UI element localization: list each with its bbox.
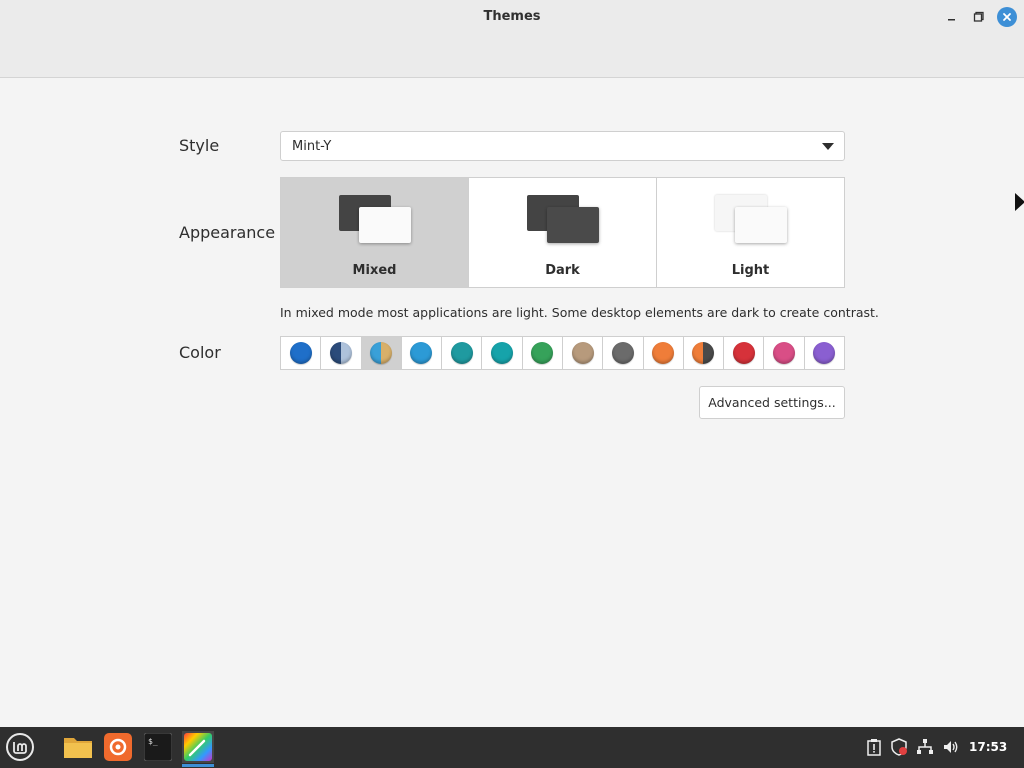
clipboard-alert-icon	[867, 739, 881, 756]
color-swatch-teal[interactable]	[442, 337, 483, 369]
color-dot	[773, 342, 796, 364]
taskbar-software-manager[interactable]	[102, 731, 134, 763]
folder-icon	[64, 738, 92, 758]
maximize-button[interactable]	[968, 6, 990, 28]
color-dot	[652, 342, 675, 364]
maximize-icon	[973, 11, 984, 22]
appearance-option-dark[interactable]: Dark	[469, 178, 657, 287]
svg-text:$_: $_	[148, 737, 158, 746]
tray-update-manager[interactable]	[890, 737, 908, 757]
color-dot	[813, 342, 836, 364]
advanced-settings-button[interactable]: Advanced settings...	[699, 386, 845, 419]
color-swatch-sky[interactable]	[402, 337, 443, 369]
close-button-circle	[997, 7, 1017, 27]
color-swatch-grey[interactable]	[603, 337, 644, 369]
taskbar-themes[interactable]	[182, 731, 214, 767]
start-menu-button[interactable]	[4, 731, 36, 763]
minimize-icon	[948, 19, 955, 21]
light-preview-icon	[713, 195, 789, 245]
color-swatch-mixed-selected[interactable]	[361, 337, 402, 369]
color-dot	[289, 342, 312, 364]
color-swatch-blue[interactable]	[281, 337, 322, 369]
taskbar-files[interactable]	[62, 731, 94, 763]
appearance-option-mixed[interactable]: Mixed	[281, 178, 469, 287]
mouse-cursor-icon	[1015, 193, 1024, 211]
style-label: Style	[179, 136, 220, 155]
appearance-option-light[interactable]: Light	[657, 178, 844, 287]
color-swatch-pink[interactable]	[764, 337, 805, 369]
tray-network[interactable]	[916, 737, 934, 757]
appearance-option-label: Mixed	[352, 263, 397, 278]
color-dot	[732, 342, 755, 364]
taskbar-terminal[interactable]: $_	[142, 731, 174, 763]
window-title: Themes	[483, 9, 541, 24]
color-swatch-aqua-dark[interactable]	[321, 337, 362, 369]
color-swatch-red[interactable]	[724, 337, 765, 369]
color-dot	[329, 342, 352, 364]
appearance-label: Appearance	[179, 223, 276, 242]
color-swatch-orange[interactable]	[644, 337, 684, 369]
color-swatch-green[interactable]	[523, 337, 563, 369]
network-icon	[917, 739, 933, 754]
color-swatch-sand[interactable]	[563, 337, 604, 369]
color-dot	[531, 342, 554, 364]
terminal-icon: $_	[144, 733, 172, 761]
dropdown-arrow-icon	[822, 143, 834, 150]
color-dot	[370, 342, 393, 364]
tray-volume[interactable]	[942, 737, 960, 757]
mint-menu-icon	[6, 733, 34, 761]
style-dropdown-value: Mint-Y	[292, 139, 332, 154]
tray-updates[interactable]	[865, 737, 883, 757]
dark-preview-icon	[525, 195, 601, 245]
appearance-option-label: Dark	[545, 263, 580, 278]
appearance-selector: Mixed Dark Light	[280, 177, 845, 288]
close-icon	[1003, 13, 1011, 21]
color-swatch-cyan[interactable]	[482, 337, 523, 369]
color-dot	[692, 342, 715, 364]
appearance-description: In mixed mode most applications are ligh…	[280, 305, 879, 320]
color-swatch-orange-dark[interactable]	[684, 337, 725, 369]
color-dot	[410, 342, 433, 364]
taskbar-clock[interactable]: 17:53	[969, 740, 1007, 754]
style-dropdown[interactable]: Mint-Y	[280, 131, 845, 161]
software-manager-icon	[104, 733, 132, 761]
volume-icon	[944, 741, 958, 753]
color-label: Color	[179, 343, 221, 362]
minimize-button[interactable]	[941, 6, 963, 28]
themes-icon	[184, 733, 212, 761]
color-dot	[450, 342, 473, 364]
window-titlebar: Themes	[0, 0, 1024, 78]
color-swatch-purple[interactable]	[805, 337, 844, 369]
taskbar: $_ 17:53	[0, 727, 1024, 768]
mixed-preview-icon	[337, 195, 413, 245]
appearance-option-label: Light	[731, 263, 770, 278]
close-button[interactable]	[996, 6, 1018, 28]
color-dot	[611, 342, 634, 364]
shield-icon	[891, 738, 907, 756]
color-dot	[491, 342, 514, 364]
color-dot	[571, 342, 594, 364]
color-selector	[280, 336, 845, 370]
